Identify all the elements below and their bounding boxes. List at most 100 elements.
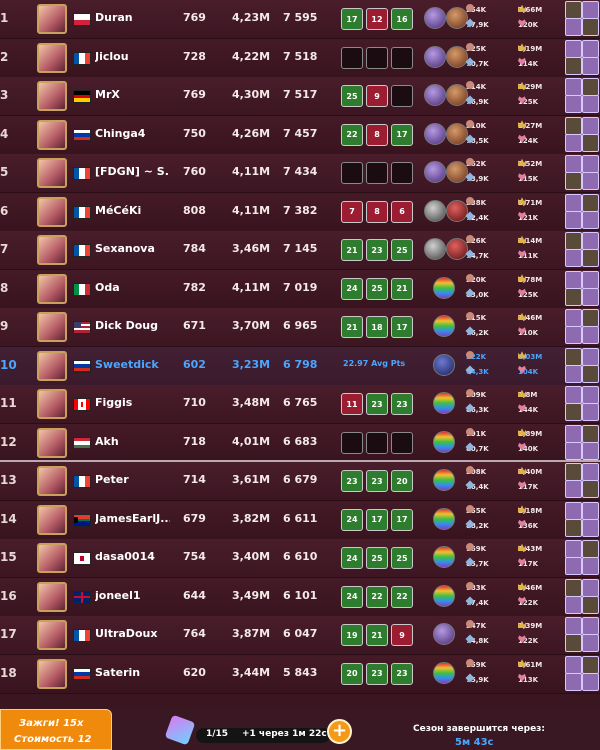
s1-stat: 254K: [466, 4, 486, 16]
s2-stat: 85,7K: [465, 557, 489, 570]
player-stats: 325K 70,7K 1,19M 114K: [465, 42, 566, 75]
match-result-box: 22: [341, 123, 363, 146]
player-stats: 262K 73,9K 1,52M 115K: [465, 158, 566, 190]
player-name[interactable]: JamesEarlJ...: [95, 512, 170, 525]
table-row[interactable]: 15 dasa0014 754 3,40M 6 610 24 25 25 169K 85,7K 1,…: [0, 539, 600, 578]
fr-flag-icon: [73, 629, 91, 642]
match-result-box: 25: [341, 85, 363, 107]
table-row[interactable]: 11 Figgis 710 3,48M 6 765 11 23 23 209K 86,3K 1,8M…: [0, 385, 600, 424]
table-row[interactable]: 9 Dick Doug 671 3,70M 6 965 21 18 17 215K 76,2K 1,…: [0, 308, 600, 347]
player-avatar[interactable]: [37, 235, 67, 265]
navy-orb-icon: [433, 353, 455, 376]
match-result-box: 17: [366, 508, 388, 531]
table-row[interactable]: 16 joneel1 644 3,49M 6 101 24 22 22 183K 77,4K 1,4…: [0, 577, 600, 617]
player-avatar[interactable]: [37, 658, 67, 689]
card-icon: [582, 116, 599, 135]
table-row[interactable]: 18 Saterin 620 3,44M 5 843 20 23 23 159K 75,9K 1,6…: [0, 654, 600, 694]
promo-button[interactable]: Зажги! 15x Стоимость 12: [0, 709, 112, 750]
card-icon: [582, 78, 599, 96]
rainbow-orb-icon: [433, 276, 455, 299]
table-row[interactable]: 2 Jiclou 728 4,22M 7 518 325K 70,7K 1,19M 114K: [0, 38, 600, 78]
player-level: 808: [183, 203, 206, 217]
player-avatar[interactable]: [37, 543, 67, 573]
match-results: 23 23 20: [341, 470, 413, 492]
rank: 14: [0, 511, 17, 526]
player-name[interactable]: joneel1: [95, 589, 170, 602]
player-avatar[interactable]: [37, 42, 67, 73]
team-cards: [565, 193, 600, 229]
player-avatar[interactable]: [37, 620, 67, 650]
player-stats: 220K 83,0K 1,78M 125K: [465, 273, 566, 306]
table-row[interactable]: 7 Sexanova 784 3,46M 7 145 21 23 25 226K 74,7K 1,1…: [0, 231, 600, 270]
it-flag-icon: [73, 282, 91, 296]
table-row[interactable]: 14 JamesEarlJ... 679 3,82M 6 611 24 17 17 255K 88…: [0, 500, 600, 540]
player-avatar[interactable]: [37, 273, 67, 304]
card-icon: [582, 578, 599, 597]
table-row[interactable]: 5 [FDGN] ~ S... 760 4,11M 7 434 262K 73,9K 1,52…: [0, 154, 600, 193]
add-gems-button[interactable]: +: [327, 719, 352, 744]
player-name[interactable]: Sweetdick: [95, 358, 170, 371]
table-row[interactable]: 10 Sweetdick 602 3,23M 6 798 22.97 Avg Pts 222…: [0, 346, 600, 386]
player-name[interactable]: Oda: [95, 281, 170, 294]
match-result-box: 17: [391, 123, 413, 146]
red-orb-icon: [446, 238, 468, 260]
fr-flag-icon: [73, 205, 91, 219]
player-name[interactable]: [FDGN] ~ S...: [95, 165, 170, 178]
player-level: 782: [183, 280, 206, 294]
table-row[interactable]: 13 Peter 714 3,61M 6 679 23 23 20 208K 76,4K 1,40M…: [0, 462, 600, 501]
table-row[interactable]: 6 MéCéKi 808 4,11M 7 382 7 8 6 238K 72,4K 1,71M 121…: [0, 192, 600, 232]
rainbow-orb-icon: [433, 392, 455, 414]
player-name[interactable]: Jiclou: [95, 50, 170, 63]
s1-stat: 262K: [466, 158, 486, 170]
player-avatar[interactable]: [37, 389, 67, 419]
s3-stat: 1,46M: [518, 582, 542, 594]
player-name[interactable]: Sexanova: [95, 242, 170, 255]
player-avatar[interactable]: [37, 158, 67, 188]
player-avatar[interactable]: [37, 427, 67, 458]
player-name[interactable]: Chinga4: [95, 127, 170, 140]
card-icon: [582, 634, 599, 652]
player-stats: 314K 76,9K 1,29M 125K: [465, 81, 566, 113]
player-name[interactable]: Akh: [95, 435, 170, 448]
player-avatar[interactable]: [37, 312, 67, 342]
player-avatar[interactable]: [37, 466, 67, 496]
player-power: 4,11M: [232, 165, 271, 178]
s2-stat: 76,4K: [465, 480, 489, 493]
match-result-box: [391, 46, 413, 69]
player-avatar[interactable]: [37, 4, 67, 34]
player-name[interactable]: Saterin: [95, 666, 170, 679]
card-icon: [582, 424, 599, 443]
player-avatar[interactable]: [37, 119, 67, 150]
player-level: 679: [183, 511, 206, 525]
table-row[interactable]: 17 UltraDoux 764 3,87M 6 047 19 21 9 247K 74,8K 1,…: [0, 616, 600, 655]
player-avatar[interactable]: [37, 581, 67, 612]
player-name[interactable]: MrX: [95, 88, 170, 101]
player-name[interactable]: dasa0014: [95, 550, 170, 563]
table-row[interactable]: 3 MrX 769 4,30M 7 517 25 9 314K 76,9K 1,29M 125K: [0, 77, 600, 116]
player-avatar[interactable]: [37, 196, 67, 227]
player-avatar[interactable]: [37, 81, 67, 111]
match-result-box: 22: [366, 585, 388, 608]
table-row[interactable]: 8 Oda 782 4,11M 7 019 24 25 21 220K 83,0K 1,78M 125…: [0, 269, 600, 309]
ego-icon: [466, 543, 474, 551]
player-name[interactable]: Dick Doug: [95, 319, 170, 332]
table-row[interactable]: 1 Duran 769 4,23M 7 595 17 12 16 254K 77,9K 1,66M 1…: [0, 0, 600, 39]
player-name[interactable]: UltraDoux: [95, 627, 170, 640]
card-icon: [565, 116, 582, 135]
player-avatar[interactable]: [37, 350, 67, 381]
player-avatar[interactable]: [37, 504, 67, 535]
match-results: 786: [341, 200, 413, 223]
card-icon: [565, 578, 582, 597]
player-name[interactable]: Duran: [95, 11, 170, 24]
player-name[interactable]: Figgis: [95, 396, 170, 409]
player-points: 6 047: [283, 627, 318, 640]
rank: 18: [0, 665, 17, 680]
match-result-box: 8: [366, 123, 388, 146]
player-stats: 254K 77,9K 1,66M 120K: [465, 4, 566, 36]
player-name[interactable]: MéCéKi: [95, 204, 170, 217]
table-row[interactable]: 12 Akh 718 4,01M 6 683 191K 80,7K 1,89M 140K: [0, 423, 600, 463]
table-row[interactable]: 4 Chinga4 750 4,26M 7 457 22 8 17 310K 78,5K 1,27M…: [0, 115, 600, 155]
ego-icon: [466, 42, 474, 51]
card-icon: [582, 364, 599, 383]
player-name[interactable]: Peter: [95, 473, 170, 486]
